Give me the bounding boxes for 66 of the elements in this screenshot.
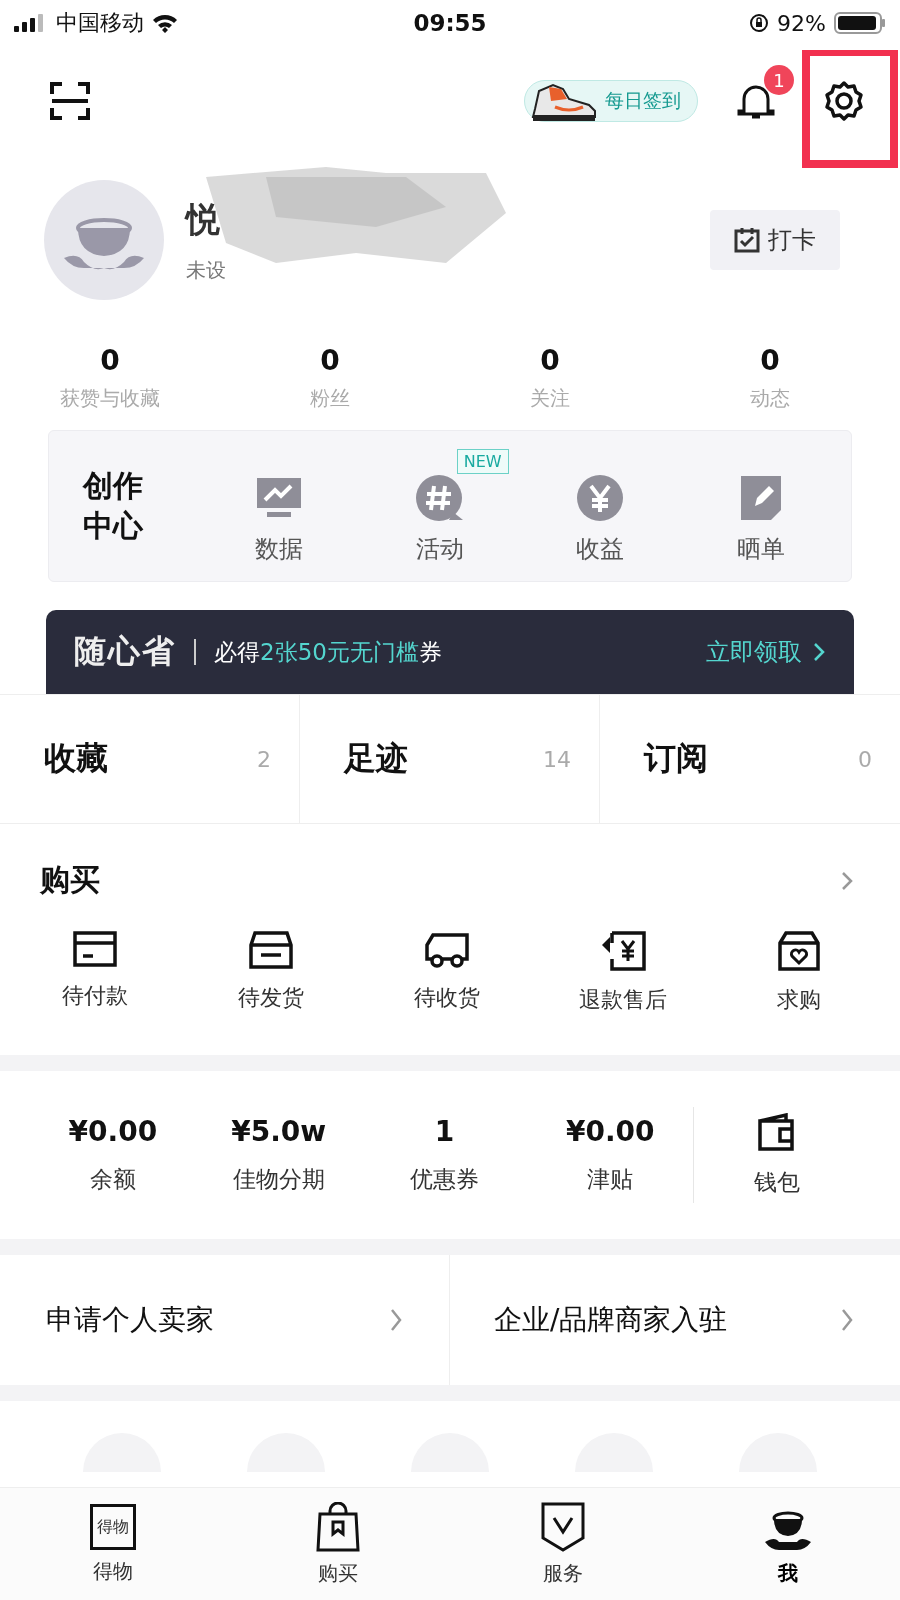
- user-name: 悦: [186, 198, 220, 239]
- refund-icon: [600, 931, 646, 971]
- wallet-entry[interactable]: 钱包: [694, 1112, 860, 1198]
- order-status-item[interactable]: 求购: [744, 931, 854, 1015]
- creation-center-title: 创作中心: [81, 467, 144, 545]
- clock-time: 09:55: [413, 10, 487, 36]
- order-status-item[interactable]: 退款售后: [568, 931, 678, 1015]
- stat-label: 粉丝: [310, 385, 350, 412]
- punch-in-button[interactable]: 打卡: [710, 210, 840, 270]
- section-title: 购买: [40, 861, 100, 899]
- yen-icon: [576, 474, 625, 522]
- calendar-check-icon: [734, 227, 760, 253]
- seller-entry[interactable]: 企业/品牌商家入驻: [450, 1255, 900, 1385]
- edit-note-icon: [740, 476, 781, 520]
- creation-item[interactable]: NEW 活动: [369, 447, 530, 565]
- card-icon: [73, 931, 117, 967]
- stat-label: 关注: [530, 385, 570, 412]
- heart-bag-icon: [778, 931, 820, 971]
- tab-item[interactable]: 得物 得物: [0, 1488, 225, 1600]
- carrier-name: 中国移动: [56, 9, 144, 37]
- stat-value: 0: [320, 344, 340, 377]
- counter-tile[interactable]: 足迹 14: [300, 695, 600, 823]
- stat-label: 动态: [750, 385, 790, 412]
- battery-percent: 92%: [777, 10, 826, 36]
- creation-item[interactable]: 数据: [209, 447, 370, 565]
- wallet-stat[interactable]: ¥0.00 余额: [30, 1115, 196, 1195]
- wallet-stat[interactable]: ¥5.0w 佳物分期: [195, 1115, 362, 1195]
- box-icon: [249, 931, 293, 969]
- chevron-right-icon: [840, 1307, 854, 1333]
- wallet-stat[interactable]: 1 优惠券: [361, 1115, 528, 1195]
- coupon-banner[interactable]: 随心省 必得2张50元无门槛券 立即领取: [46, 610, 854, 694]
- counter-tile[interactable]: 收藏 2: [0, 695, 300, 823]
- chevron-right-icon: [389, 1307, 403, 1333]
- counter-tile[interactable]: 订阅 0: [600, 695, 900, 823]
- order-status-item[interactable]: 待收货: [392, 931, 502, 1015]
- wifi-icon: [152, 13, 178, 33]
- wallet-stat[interactable]: ¥0.00 津贴: [527, 1115, 694, 1195]
- order-status-item[interactable]: 待付款: [40, 931, 150, 1015]
- shield-icon: [540, 1501, 585, 1552]
- stat-value: 0: [760, 344, 780, 377]
- hashtag-icon: [414, 474, 465, 522]
- stat-label: 获赞与收藏: [60, 385, 160, 412]
- chevron-right-icon[interactable]: [840, 869, 854, 892]
- tab-item[interactable]: 我: [675, 1488, 900, 1600]
- user-subtitle: 未设: [186, 256, 227, 284]
- logo-icon: 得物: [89, 1503, 136, 1550]
- banner-text: 必得2张50元无门槛券: [214, 637, 443, 667]
- claim-link[interactable]: 立即领取: [706, 636, 802, 668]
- order-status-item[interactable]: 待发货: [216, 931, 326, 1015]
- banner-brand: 随心省: [74, 631, 176, 672]
- chevron-right-icon: [812, 641, 826, 663]
- rotation-lock-icon: [749, 13, 770, 33]
- stat-value: 0: [540, 344, 560, 377]
- tab-item[interactable]: 购买: [225, 1488, 450, 1600]
- new-badge: NEW: [456, 449, 509, 474]
- creation-item[interactable]: 收益: [530, 447, 691, 565]
- stat-value: 0: [100, 344, 120, 377]
- truck-icon: [423, 931, 471, 969]
- chart-icon: [257, 478, 302, 518]
- tab-item[interactable]: 服务: [450, 1488, 675, 1600]
- notification-badge: 1: [764, 65, 794, 95]
- battery-icon: [834, 12, 886, 34]
- settings-icon[interactable]: [822, 79, 866, 123]
- shopping-bag-icon: [315, 1501, 360, 1552]
- creation-item[interactable]: 晒单: [690, 447, 851, 565]
- scan-icon[interactable]: [50, 82, 90, 120]
